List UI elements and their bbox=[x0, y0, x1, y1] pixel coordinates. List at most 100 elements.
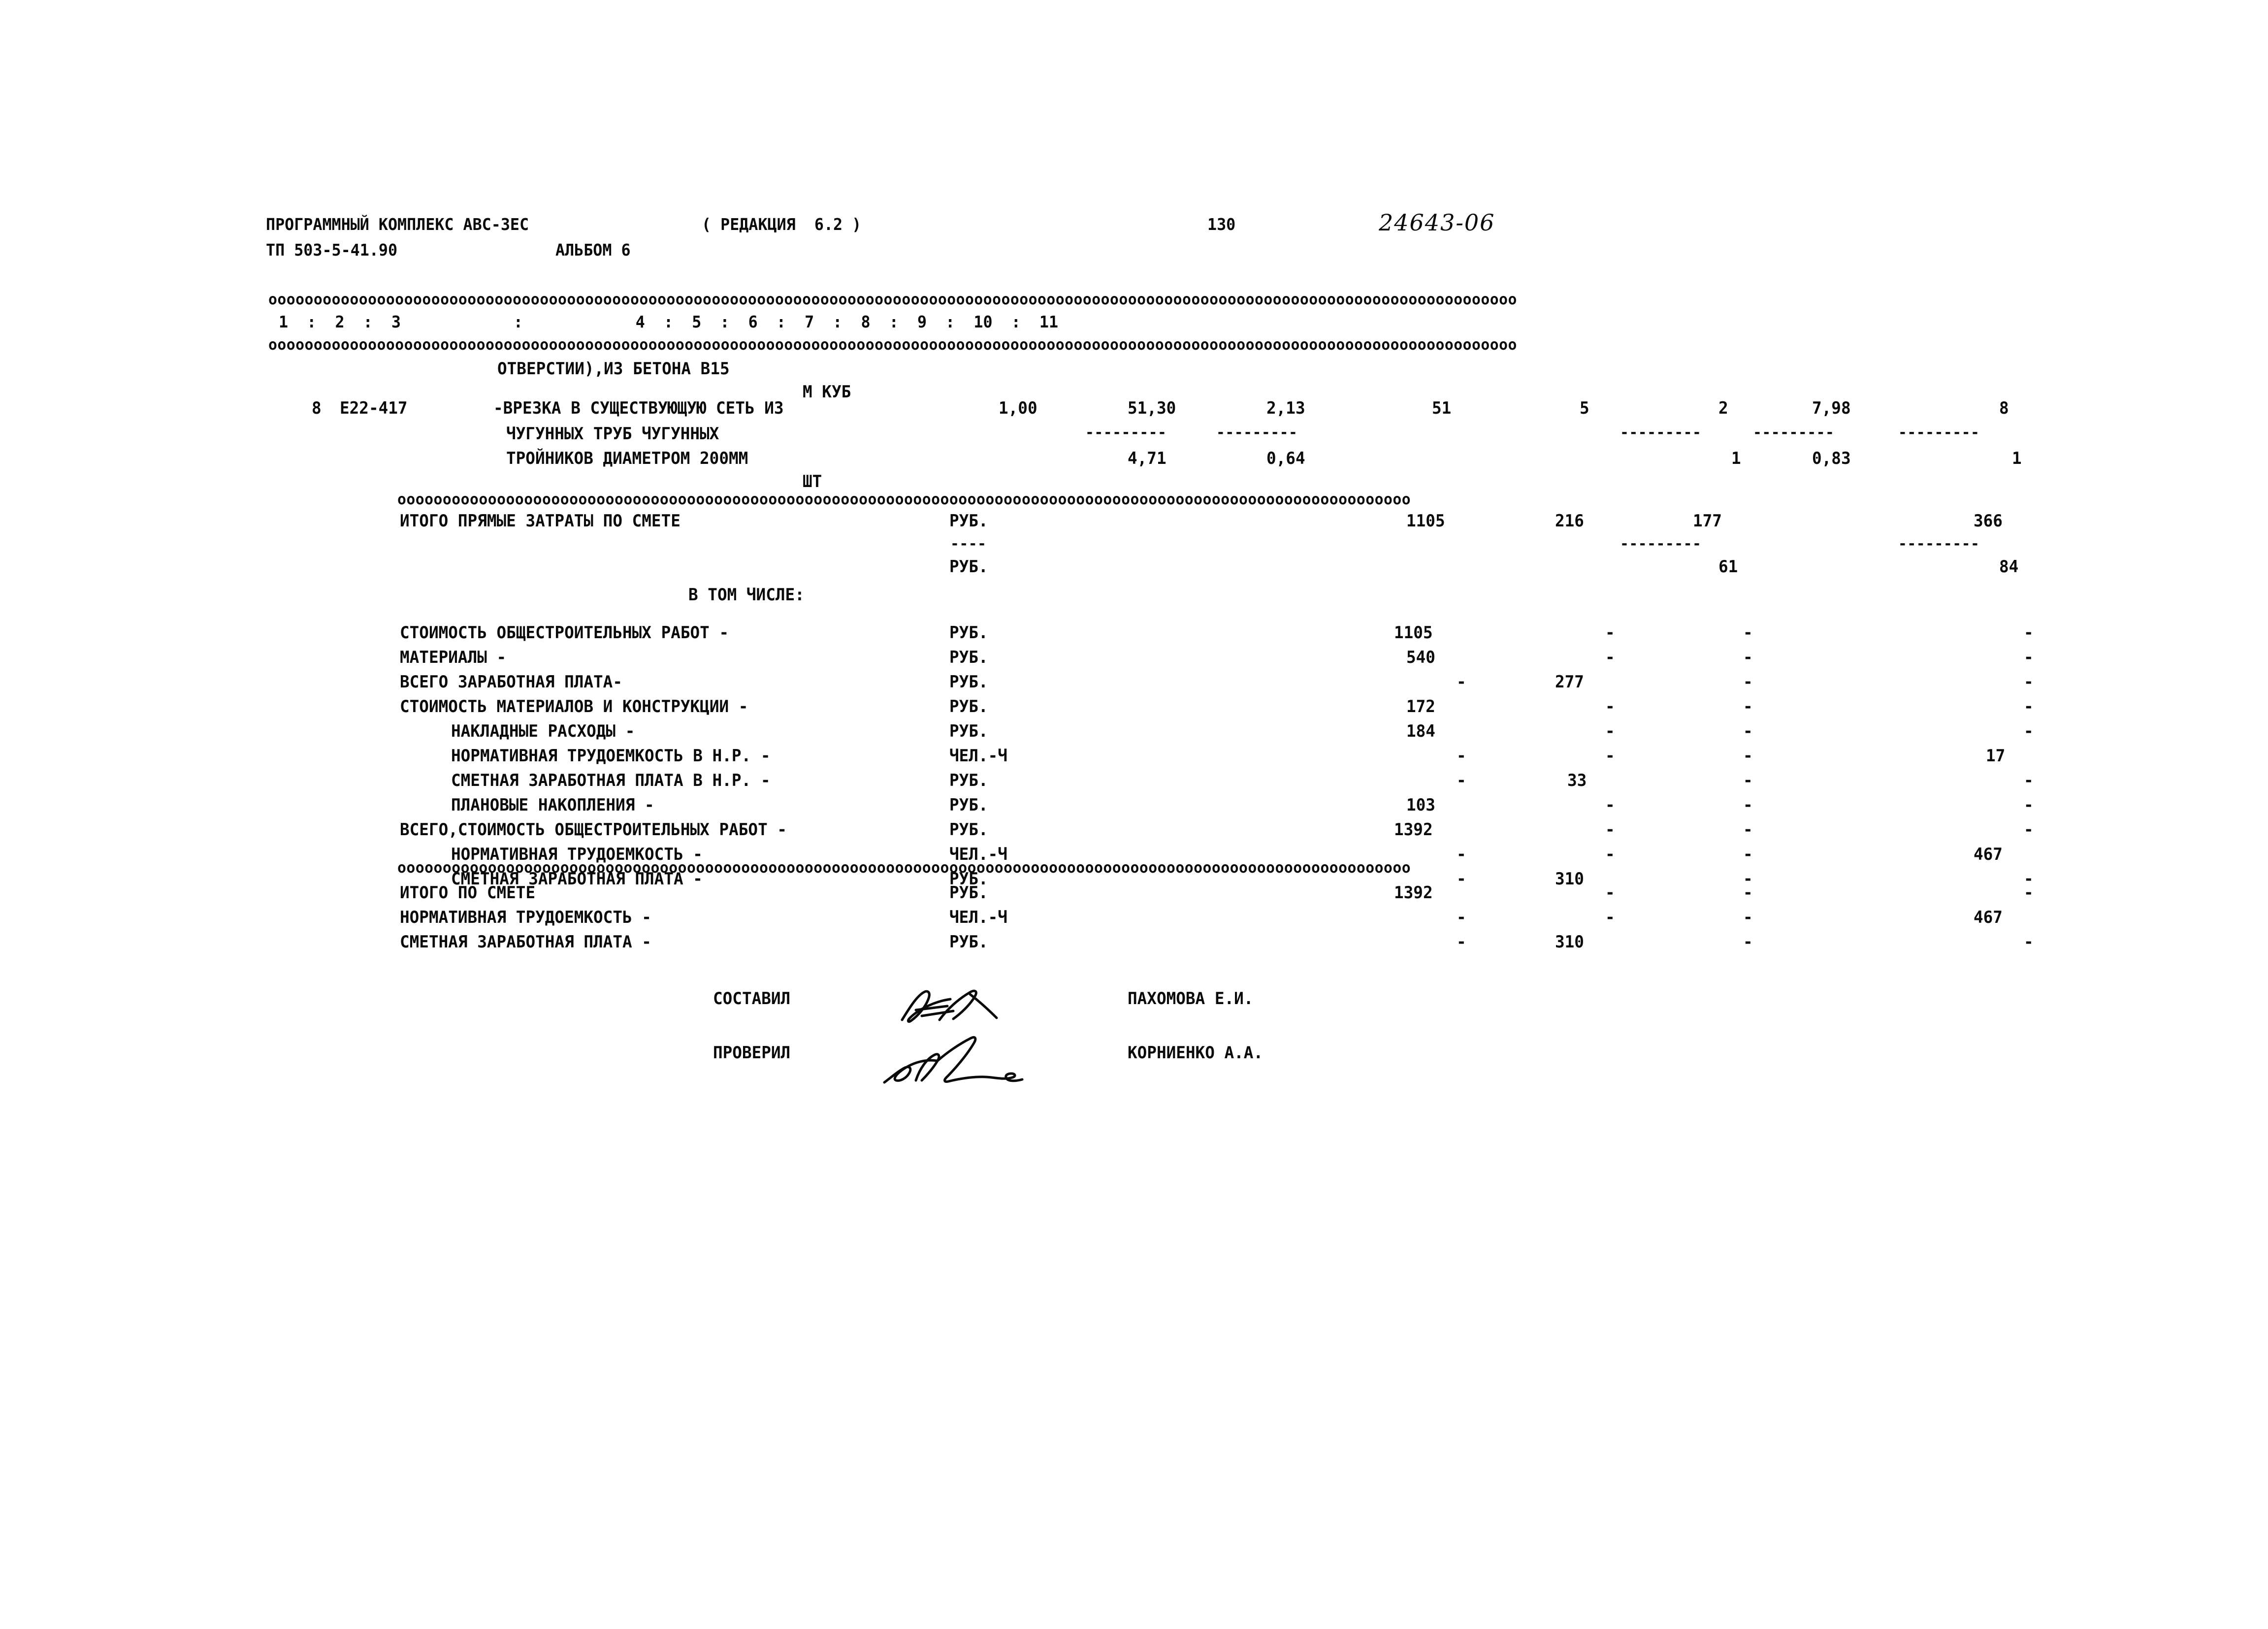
album-label: АЛЬБОМ 6 bbox=[555, 240, 631, 260]
breakdown-col9-4: - bbox=[1743, 721, 1753, 741]
rule-top: oooooooooooooooooooooooooooooooooooooooo… bbox=[268, 291, 1517, 308]
work-item-col11: 8 bbox=[1999, 398, 2009, 418]
breakdown-col7-5: - bbox=[1457, 746, 1466, 766]
breakdown-col7-0: 1105 bbox=[1394, 623, 1433, 643]
breakdown-col8-7: - bbox=[1605, 795, 1615, 815]
work-item-sub-col10: 0,83 bbox=[1812, 449, 1851, 468]
dash-rule-col11: --------- bbox=[1898, 424, 1980, 441]
totals-label-0: ИТОГО ПО СМЕТЕ bbox=[400, 883, 536, 903]
direct-costs-col8: 216 bbox=[1555, 511, 1584, 531]
rule-above-direct-costs: oooooooooooooooooooooooooooooooooooooooo… bbox=[397, 491, 1411, 508]
totals-label-2: СМЕТНАЯ ЗАРАБОТНАЯ ПЛАТА - bbox=[400, 932, 651, 952]
work-item-col4-quantity: 1,00 bbox=[999, 398, 1037, 418]
breakdown-col9-5: - bbox=[1743, 746, 1753, 766]
breakdown-label-6: СМЕТНАЯ ЗАРАБОТНАЯ ПЛАТА В Н.Р. - bbox=[451, 771, 771, 790]
totals-col8-1: - bbox=[1605, 908, 1615, 927]
project-series-line: ТП 503-5-41.90 bbox=[266, 240, 398, 260]
revision-label: ( РЕДАКЦИЯ 6.2 ) bbox=[702, 215, 862, 234]
direct-costs-unit: РУБ. bbox=[949, 511, 988, 531]
dash-rule-col9-total: --------- bbox=[1620, 535, 1702, 553]
breakdown-col11-2: - bbox=[2024, 672, 2034, 692]
work-item-sub-col11: 1 bbox=[2012, 449, 2022, 468]
dash-rule-col6: --------- bbox=[1216, 424, 1298, 441]
breakdown-unit-3: РУБ. bbox=[949, 697, 988, 717]
breakdown-col7-10: - bbox=[1457, 869, 1466, 889]
breakdown-col9-0: - bbox=[1743, 623, 1753, 643]
column-header-row: 1 : 2 : 3 : 4 : 5 : 6 : 7 : 8 : 9 : 10 :… bbox=[279, 312, 1059, 331]
breakdown-col11-8: - bbox=[2024, 820, 2034, 840]
rule-under-colhead: oooooooooooooooooooooooooooooooooooooooo… bbox=[268, 336, 1517, 354]
totals-col11-0: - bbox=[2024, 883, 2034, 903]
breakdown-col11-3: - bbox=[2024, 697, 2034, 717]
work-item-col8: 5 bbox=[1580, 398, 1589, 418]
totals-col7-1: - bbox=[1457, 908, 1466, 927]
dash-rule-col11-total: --------- bbox=[1898, 535, 1980, 553]
breakdown-unit-0: РУБ. bbox=[949, 623, 988, 643]
breakdown-col9-7: - bbox=[1743, 795, 1753, 815]
breakdown-unit-5: ЧЕЛ.-Ч bbox=[949, 746, 1007, 766]
work-item-unit: ШТ bbox=[803, 472, 822, 491]
breakdown-col9-9: - bbox=[1743, 845, 1753, 864]
breakdown-col9-3: - bbox=[1743, 697, 1753, 717]
handwritten-drawing-code: 24643-06 bbox=[1379, 209, 1495, 236]
work-item-description-line-3: ТРОЙНИКОВ ДИАМЕТРОМ 200ММ bbox=[506, 449, 748, 468]
breakdown-col7-3: 172 bbox=[1406, 697, 1435, 717]
dash-rule-col9: --------- bbox=[1620, 424, 1702, 441]
breakdown-col7-7: 103 bbox=[1406, 795, 1435, 815]
direct-costs-col9: 177 bbox=[1693, 511, 1722, 531]
breakdown-label-8: ВСЕГО,СТОИМОСТЬ ОБЩЕСТРОИТЕЛЬНЫХ РАБОТ - bbox=[400, 820, 787, 840]
totals-col7-2: - bbox=[1457, 932, 1466, 952]
breakdown-col11-6: - bbox=[2024, 771, 2034, 790]
totals-unit-0: РУБ. bbox=[949, 883, 988, 903]
breakdown-col9-8: - bbox=[1743, 820, 1753, 840]
page-number: 130 bbox=[1207, 215, 1236, 234]
work-item-description-line-1: -ВРЕЗКА В СУЩЕСТВУЮЩУЮ СЕТЬ ИЗ bbox=[493, 398, 784, 418]
signature-mark-checked bbox=[881, 1014, 1059, 1084]
work-item-col7: 51 bbox=[1432, 398, 1452, 418]
totals-col9-1: - bbox=[1743, 908, 1753, 927]
breakdown-col7-8: 1392 bbox=[1394, 820, 1433, 840]
breakdown-col8-0: - bbox=[1605, 623, 1615, 643]
program-complex-line: ПРОГРАММНЫЙ КОМПЛЕКС АВС-ЗЕС bbox=[266, 215, 529, 234]
scanned-estimate-page: ПРОГРАММНЫЙ КОМПЛЕКС АВС-ЗЕС ( РЕДАКЦИЯ … bbox=[0, 0, 2268, 1629]
breakdown-col11-1: - bbox=[2024, 648, 2034, 667]
work-item-sub-col9: 1 bbox=[1731, 449, 1741, 468]
work-item-col10: 7,98 bbox=[1812, 398, 1851, 418]
breakdown-col8-9: - bbox=[1605, 845, 1615, 864]
breakdown-col8-1: - bbox=[1605, 648, 1615, 667]
breakdown-col11-5: 17 bbox=[1986, 746, 2006, 766]
signature-role-compiled: СОСТАВИЛ bbox=[713, 989, 791, 1009]
totals-col9-2: - bbox=[1743, 932, 1753, 952]
work-item-col5: 51,30 bbox=[1128, 398, 1176, 418]
work-item-continuation-line: ОТВЕРСТИИ),ИЗ БЕТОНА В15 bbox=[497, 359, 730, 379]
breakdown-unit-1: РУБ. bbox=[949, 648, 988, 667]
breakdown-col11-9: 467 bbox=[1974, 845, 2003, 864]
handwritten-signature-icon bbox=[883, 1036, 1024, 1084]
dash-rule-col10: --------- bbox=[1753, 424, 1835, 441]
breakdown-col11-4: - bbox=[2024, 721, 2034, 741]
work-item-description-line-2: ЧУГУННЫХ ТРУБ ЧУГУННЫХ bbox=[506, 424, 719, 444]
breakdown-col8-8: - bbox=[1605, 820, 1615, 840]
direct-costs-sub-unit: РУБ. bbox=[949, 557, 988, 577]
direct-costs-label: ИТОГО ПРЯМЫЕ ЗАТРАТЫ ПО СМЕТЕ bbox=[400, 511, 680, 531]
totals-col7-0: 1392 bbox=[1394, 883, 1433, 903]
breakdown-col9-1: - bbox=[1743, 648, 1753, 667]
work-item-continuation-unit: М КУБ bbox=[803, 382, 851, 402]
work-item-col6: 2,13 bbox=[1266, 398, 1305, 418]
totals-label-1: НОРМАТИВНАЯ ТРУДОЕМКОСТЬ - bbox=[400, 908, 651, 927]
signature-role-checked: ПРОВЕРИЛ bbox=[713, 1043, 791, 1063]
signature-name-compiled: ПАХОМОВА Е.И. bbox=[1128, 989, 1254, 1009]
breakdown-col9-2: - bbox=[1743, 672, 1753, 692]
breakdown-col9-6: - bbox=[1743, 771, 1753, 790]
work-item-sub-col5: 4,71 bbox=[1128, 449, 1166, 468]
totals-col11-1: 467 bbox=[1974, 908, 2003, 927]
totals-unit-1: ЧЕЛ.-Ч bbox=[949, 908, 1007, 927]
breakdown-unit-2: РУБ. bbox=[949, 672, 988, 692]
totals-col9-0: - bbox=[1743, 883, 1753, 903]
breakdown-label-7: ПЛАНОВЫЕ НАКОПЛЕНИЯ - bbox=[451, 795, 654, 815]
totals-col8-0: - bbox=[1605, 883, 1615, 903]
rule-above-totals: oooooooooooooooooooooooooooooooooooooooo… bbox=[397, 859, 1411, 877]
breakdown-label-1: МАТЕРИАЛЫ - bbox=[400, 648, 507, 667]
direct-costs-col7: 1105 bbox=[1406, 511, 1445, 531]
direct-costs-sub-col11: 84 bbox=[1999, 557, 2019, 577]
